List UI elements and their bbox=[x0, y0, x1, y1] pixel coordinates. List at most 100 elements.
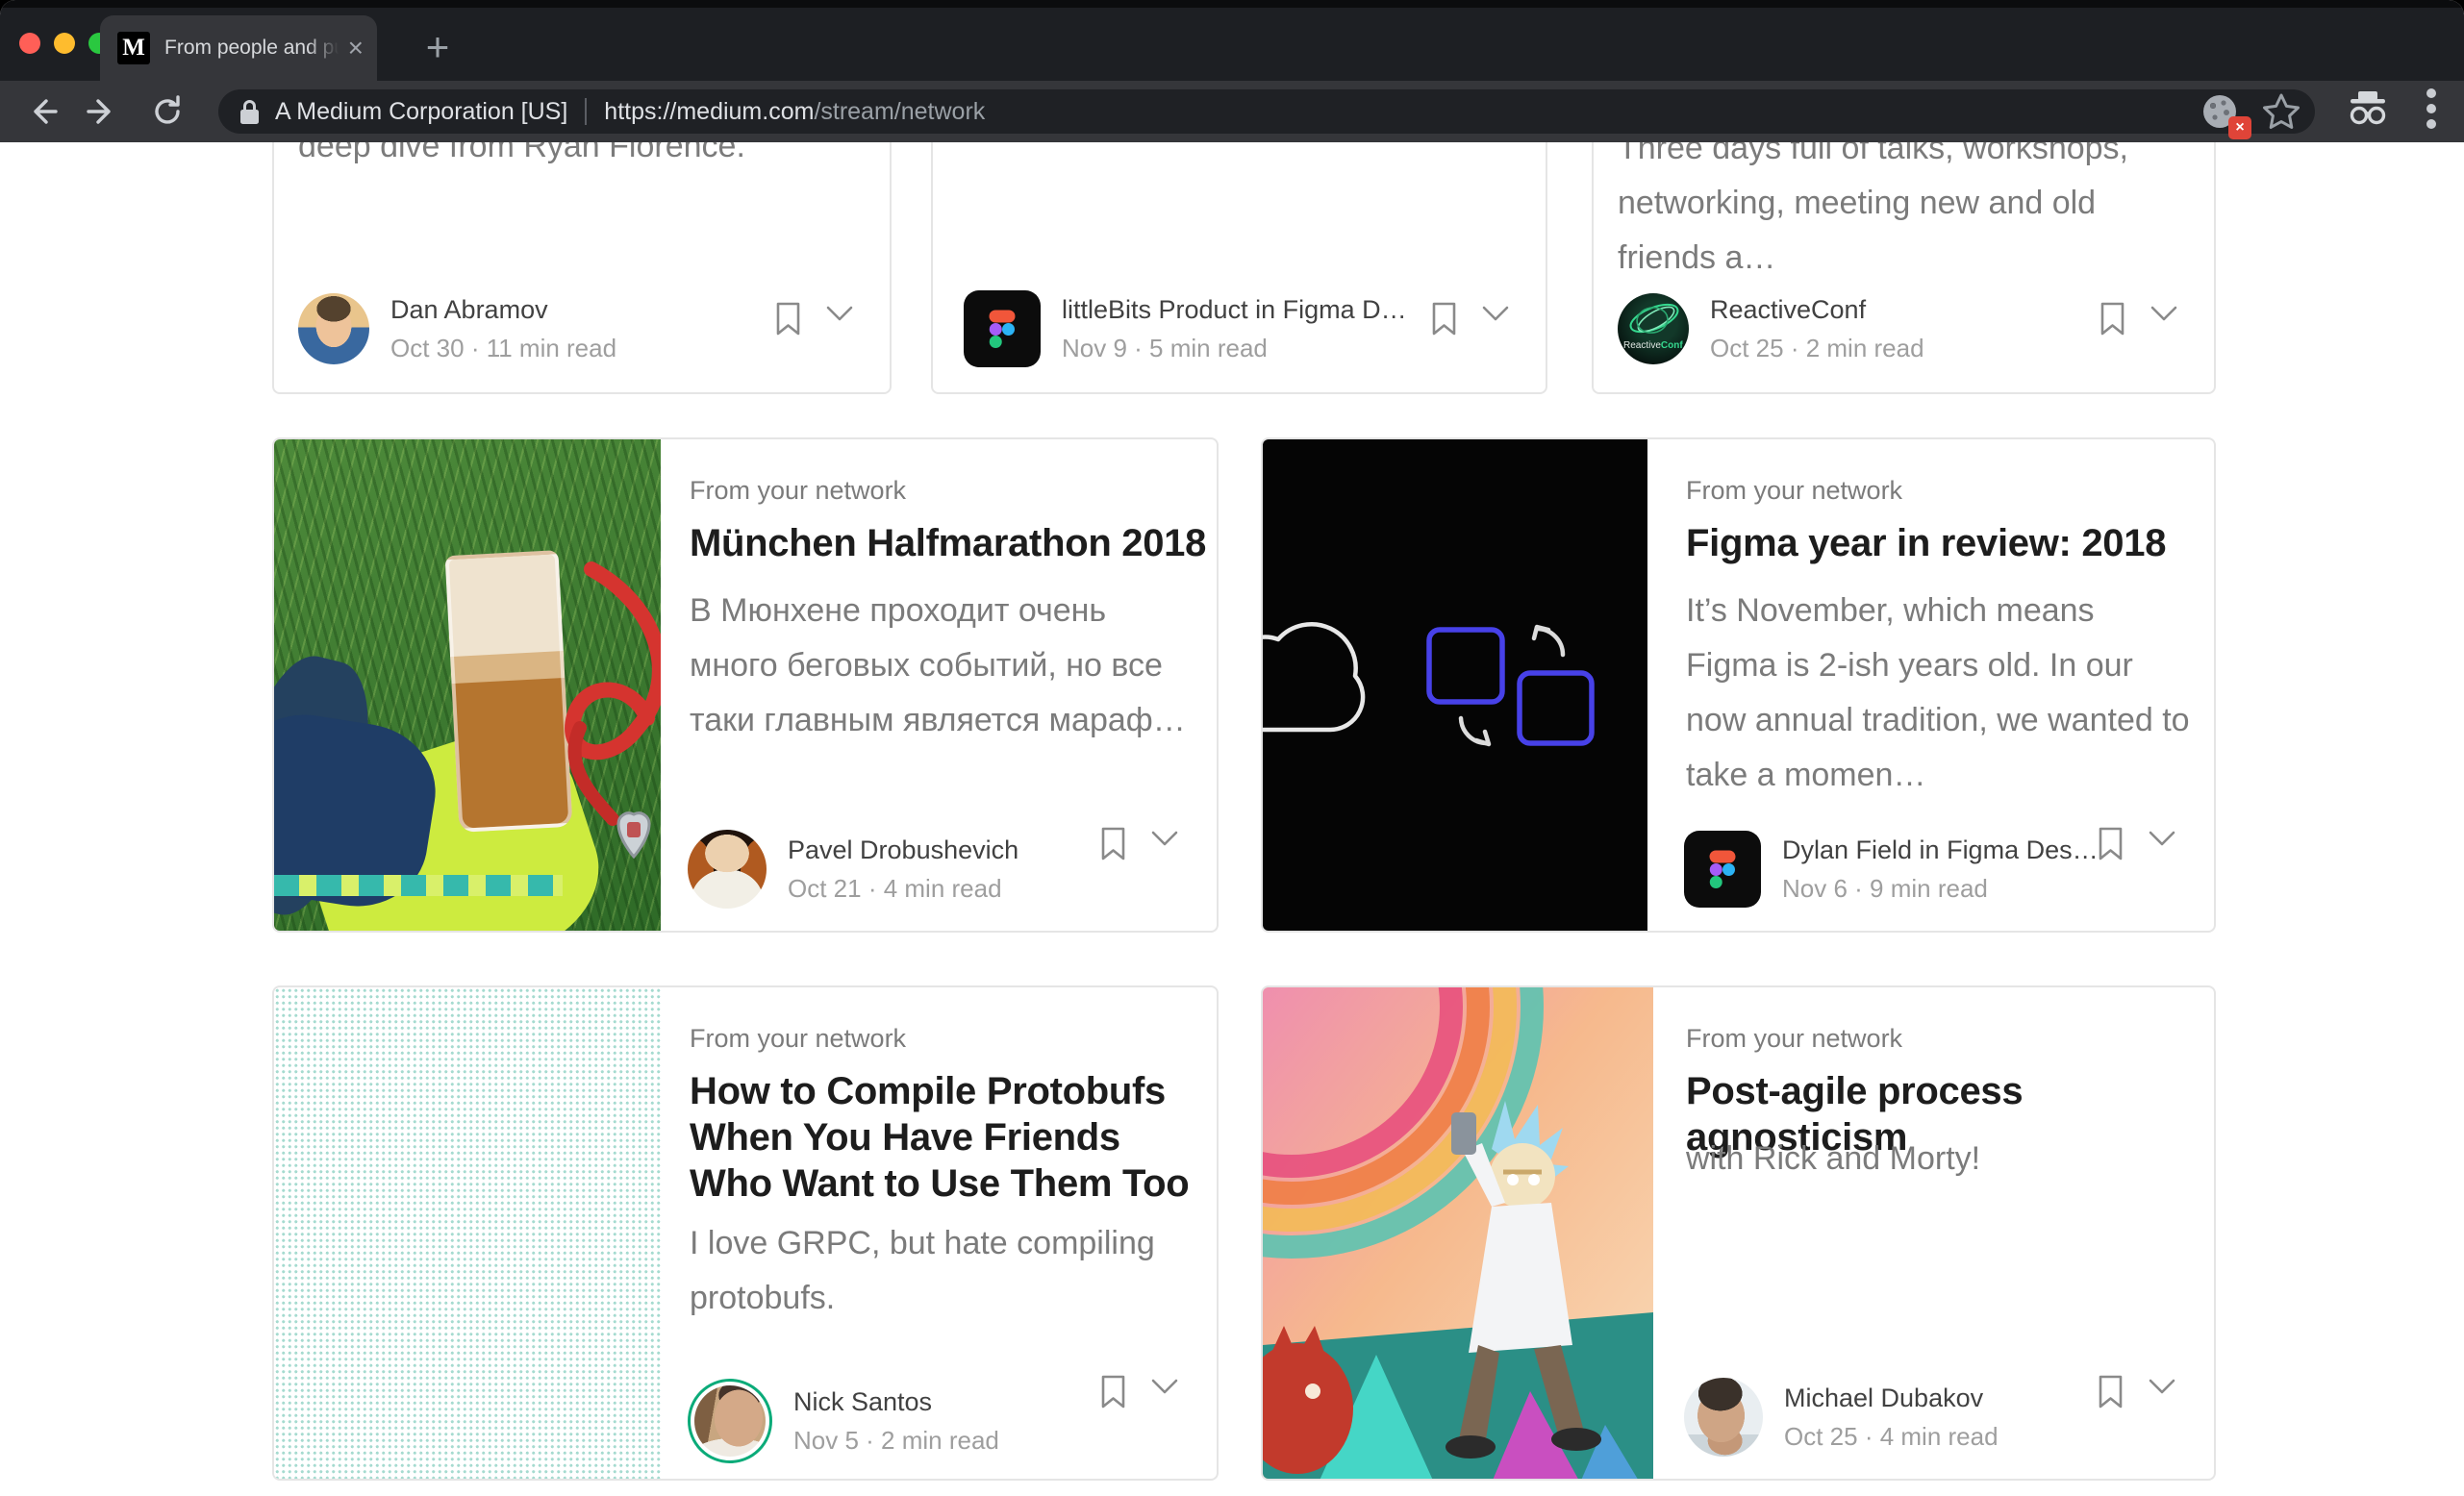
author-name[interactable]: Pavel Drobushevich bbox=[788, 835, 1018, 865]
forward-arrow-icon bbox=[84, 93, 120, 130]
card-actions bbox=[2099, 302, 2177, 337]
kicker-label: From your network bbox=[690, 1024, 906, 1054]
card-actions bbox=[1431, 302, 1509, 337]
cookie-blocked-badge: × bbox=[2228, 116, 2251, 139]
kicker-label: From your network bbox=[1686, 476, 1902, 506]
publication-avatar-figma[interactable] bbox=[964, 290, 1041, 367]
new-tab-button[interactable]: + bbox=[412, 21, 464, 73]
article-card[interactable]: deep dive from Ryan Florence. Dan Abramo… bbox=[272, 142, 892, 394]
lock-icon bbox=[239, 99, 260, 125]
bookmark-icon[interactable] bbox=[2099, 302, 2125, 337]
kicker-label: From your network bbox=[1686, 1024, 1902, 1054]
address-bar[interactable]: A Medium Corporation [US] https://medium… bbox=[218, 89, 2315, 134]
chevron-down-icon[interactable] bbox=[2150, 306, 2177, 323]
author-avatar[interactable] bbox=[694, 1385, 766, 1457]
article-title[interactable]: How to Compile Protobufs When You Have F… bbox=[690, 1068, 1199, 1207]
back-arrow-icon bbox=[24, 93, 61, 130]
reload-button[interactable] bbox=[142, 87, 192, 137]
article-snippet: It’s November, which means Figma is 2-is… bbox=[1686, 584, 2194, 803]
article-image-figma-illustration[interactable] bbox=[1263, 439, 1647, 931]
article-card[interactable]: From your network München Halfmarathon 2… bbox=[272, 437, 1219, 933]
bookmark-page-button[interactable] bbox=[2261, 92, 2301, 131]
author-row: ReactiveConf ReactiveConf Oct 25 · 2 min… bbox=[1618, 287, 1924, 371]
browser-window: M From people and publications y × + A M… bbox=[0, 0, 2464, 1496]
reactiveconf-swirl-art bbox=[1618, 293, 1689, 364]
bookmark-icon[interactable] bbox=[1100, 1375, 1126, 1409]
photo-medal-ribbon-art bbox=[274, 439, 661, 931]
article-card[interactable]: From your network How to Compile Protobu… bbox=[272, 985, 1219, 1481]
article-meta: Oct 30 · 11 min read bbox=[390, 334, 616, 363]
figma-logo-icon bbox=[989, 310, 1016, 348]
article-snippet: Three days full of talks, workshops, net… bbox=[1618, 142, 2171, 286]
author-avatar[interactable] bbox=[298, 293, 369, 364]
window-close-button[interactable] bbox=[19, 33, 40, 54]
article-title[interactable]: Figma year in review: 2018 bbox=[1686, 520, 2205, 566]
chrome-menu-button[interactable] bbox=[2426, 87, 2437, 136]
forward-button[interactable] bbox=[77, 87, 127, 137]
chevron-down-icon[interactable] bbox=[1482, 306, 1509, 323]
author-name[interactable]: Dylan Field in Figma Des… bbox=[1782, 835, 2099, 865]
article-meta: Nov 6 · 9 min read bbox=[1782, 874, 2099, 904]
bookmark-icon[interactable] bbox=[2098, 1375, 2124, 1409]
bookmark-icon[interactable] bbox=[1100, 827, 1126, 861]
article-snippet: deep dive from Ryan Florence. bbox=[298, 142, 745, 174]
cookie-blocker-extension-icon[interactable]: × bbox=[2200, 91, 2240, 132]
card-actions bbox=[775, 302, 853, 337]
author-row: Nick Santos Nov 5 · 2 min read bbox=[688, 1379, 999, 1463]
article-meta: Oct 25 · 4 min read bbox=[1784, 1422, 1999, 1452]
article-image-rick-and-morty[interactable] bbox=[1263, 987, 1653, 1479]
chevron-down-icon[interactable] bbox=[1151, 1379, 1178, 1396]
medium-favicon: M bbox=[117, 32, 150, 64]
member-ring bbox=[688, 1379, 772, 1463]
author-row: Pavel Drobushevich Oct 21 · 4 min read bbox=[688, 827, 1018, 911]
window-minimize-button[interactable] bbox=[54, 33, 75, 54]
card-actions bbox=[1100, 1375, 1178, 1409]
chevron-down-icon[interactable] bbox=[1151, 831, 1178, 848]
traffic-lights bbox=[19, 33, 110, 54]
author-name[interactable]: ReactiveConf bbox=[1710, 295, 1924, 325]
chevron-down-icon[interactable] bbox=[826, 306, 853, 323]
author-name[interactable]: Michael Dubakov bbox=[1784, 1384, 1999, 1413]
bookmark-star-icon bbox=[2261, 92, 2301, 131]
url-separator bbox=[585, 98, 587, 125]
chevron-down-icon[interactable] bbox=[2149, 1379, 2175, 1396]
article-meta: Nov 9 · 5 min read bbox=[1062, 334, 1407, 363]
tab-close-icon[interactable]: × bbox=[348, 35, 364, 62]
kicker-label: From your network bbox=[690, 476, 906, 506]
bookmark-icon[interactable] bbox=[1431, 302, 1457, 337]
url-text: https://medium.com/stream/network bbox=[604, 98, 985, 126]
card-actions bbox=[2098, 827, 2175, 861]
author-name[interactable]: littleBits Product in Figma D… bbox=[1062, 295, 1407, 325]
publication-avatar-reactiveconf[interactable]: ReactiveConf bbox=[1618, 293, 1689, 364]
author-row: littleBits Product in Figma D… Nov 9 · 5… bbox=[964, 287, 1407, 371]
medium-network-feed: deep dive from Ryan Florence. Dan Abramo… bbox=[0, 142, 2464, 1496]
author-avatar[interactable] bbox=[1684, 1378, 1763, 1457]
article-title[interactable]: München Halfmarathon 2018 bbox=[690, 520, 1209, 566]
article-card[interactable]: littleBits Product in Figma D… Nov 9 · 5… bbox=[931, 142, 1547, 394]
article-card[interactable]: From your network Figma year in review: … bbox=[1261, 437, 2216, 933]
back-button[interactable] bbox=[17, 87, 67, 137]
chevron-down-icon[interactable] bbox=[2149, 831, 2175, 848]
author-row: Dan Abramov Oct 30 · 11 min read bbox=[298, 287, 616, 371]
rick-and-morty-art bbox=[1263, 987, 1653, 1479]
article-card[interactable]: From your network Post-agile process agn… bbox=[1261, 985, 2216, 1481]
incognito-avatar-button[interactable] bbox=[2343, 89, 2393, 133]
url-path: /stream/network bbox=[814, 98, 985, 125]
bookmark-icon[interactable] bbox=[775, 302, 801, 337]
article-image-grass-medal-photo[interactable] bbox=[274, 439, 661, 931]
author-row: Dylan Field in Figma Des… Nov 6 · 9 min … bbox=[1684, 827, 2099, 911]
site-identity-label: A Medium Corporation [US] bbox=[275, 98, 567, 126]
reactiveconf-wordmark: ReactiveConf bbox=[1623, 340, 1683, 351]
figma-logo-icon bbox=[1709, 850, 1736, 888]
bookmark-icon[interactable] bbox=[2098, 827, 2124, 861]
article-card[interactable]: Three days full of talks, workshops, net… bbox=[1592, 142, 2216, 394]
author-name[interactable]: Dan Abramov bbox=[390, 295, 616, 325]
browser-toolbar: A Medium Corporation [US] https://medium… bbox=[0, 81, 2464, 142]
author-avatar-figma[interactable] bbox=[1684, 831, 1761, 908]
author-name[interactable]: Nick Santos bbox=[793, 1387, 999, 1417]
url-host: https://medium.com bbox=[604, 98, 814, 125]
author-avatar[interactable] bbox=[688, 830, 767, 909]
article-image-dot-pattern[interactable] bbox=[274, 987, 661, 1479]
article-snippet: В Мюнхене проходит очень много беговых с… bbox=[690, 584, 1190, 748]
browser-tab[interactable]: M From people and publications y × bbox=[100, 15, 377, 81]
